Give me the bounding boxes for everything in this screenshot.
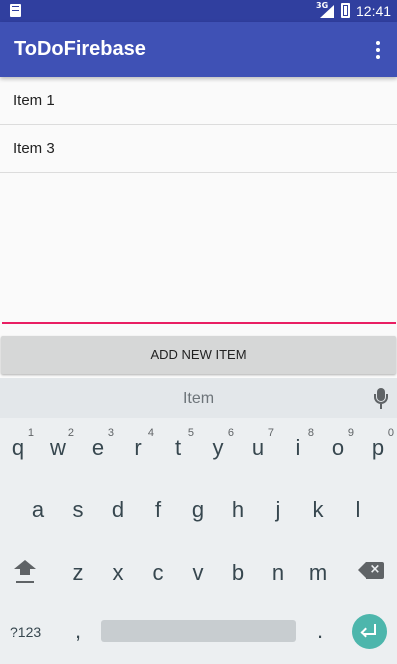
comma-key[interactable]: , bbox=[68, 618, 88, 644]
key[interactable]: f bbox=[138, 485, 178, 535]
more-vert-icon[interactable] bbox=[366, 39, 390, 61]
key[interactable]: b bbox=[218, 548, 258, 598]
status-bar: 3G 12:41 bbox=[0, 0, 397, 22]
shift-icon bbox=[14, 560, 36, 569]
key-label: a bbox=[31, 497, 45, 522]
key-hint: 7 bbox=[267, 427, 274, 439]
key-label: b bbox=[231, 560, 245, 585]
key[interactable]: o9 bbox=[318, 423, 358, 473]
new-item-input[interactable] bbox=[2, 322, 396, 324]
key[interactable]: k bbox=[298, 485, 338, 535]
symbols-key[interactable]: ?123 bbox=[10, 624, 41, 640]
space-key[interactable] bbox=[101, 620, 296, 642]
key-label: l bbox=[355, 497, 361, 522]
key[interactable]: e3 bbox=[78, 423, 118, 473]
add-new-item-button[interactable]: ADD NEW ITEM bbox=[1, 336, 396, 374]
key-hint: 9 bbox=[347, 427, 354, 439]
key[interactable]: u7 bbox=[238, 423, 278, 473]
key-label: x bbox=[112, 560, 124, 585]
key-label: n bbox=[271, 560, 285, 585]
key[interactable]: d bbox=[98, 485, 138, 535]
backspace-icon: × bbox=[369, 562, 381, 577]
key-label: h bbox=[231, 497, 245, 522]
key[interactable]: z bbox=[58, 548, 98, 598]
key[interactable]: m bbox=[298, 548, 338, 598]
app-bar: ToDoFirebase bbox=[0, 22, 397, 77]
notification-icon bbox=[10, 4, 21, 17]
key-label: v bbox=[192, 560, 204, 585]
status-time: 12:41 bbox=[356, 3, 392, 19]
key[interactable]: x bbox=[98, 548, 138, 598]
key-label: j bbox=[275, 497, 281, 522]
key[interactable]: r4 bbox=[118, 423, 158, 473]
key[interactable]: a bbox=[18, 485, 58, 535]
signal-icon bbox=[320, 5, 334, 18]
key[interactable]: v bbox=[178, 548, 218, 598]
key-hint: 8 bbox=[307, 427, 314, 439]
enter-icon bbox=[360, 627, 371, 638]
key-hint: 3 bbox=[107, 427, 114, 439]
key-label: k bbox=[312, 497, 324, 522]
suggestion-strip: Item bbox=[0, 378, 397, 418]
key[interactable]: q1 bbox=[0, 423, 38, 473]
period-key[interactable]: . bbox=[310, 618, 330, 644]
battery-icon bbox=[341, 3, 350, 18]
todo-list: Item 1 Item 3 bbox=[0, 77, 397, 173]
key[interactable]: s bbox=[58, 485, 98, 535]
key[interactable]: n bbox=[258, 548, 298, 598]
enter-key[interactable] bbox=[352, 614, 387, 649]
key[interactable]: j bbox=[258, 485, 298, 535]
key[interactable]: l bbox=[338, 485, 378, 535]
key-hint: 2 bbox=[67, 427, 74, 439]
shift-key[interactable] bbox=[10, 556, 40, 596]
key[interactable]: w2 bbox=[38, 423, 78, 473]
key[interactable]: c bbox=[138, 548, 178, 598]
key-hint: 4 bbox=[147, 427, 154, 439]
list-item[interactable]: Item 1 bbox=[0, 77, 397, 125]
key-hint: 0 bbox=[387, 427, 394, 439]
key-hint: 5 bbox=[187, 427, 194, 439]
key-hint: 1 bbox=[27, 427, 34, 439]
suggestion-word[interactable]: Item bbox=[0, 390, 397, 408]
backspace-key[interactable]: × bbox=[358, 562, 384, 579]
soft-keyboard: Item q1w2e3r4t5y6u7i8o9p0 a s d f g h j k l z x c v… bbox=[0, 378, 397, 664]
key-label: c bbox=[152, 560, 164, 585]
key-label: m bbox=[308, 560, 328, 585]
key-label: g bbox=[191, 497, 205, 522]
key-hint: 6 bbox=[227, 427, 234, 439]
key-label: f bbox=[154, 497, 162, 522]
microphone-icon[interactable] bbox=[373, 388, 389, 410]
key[interactable]: g bbox=[178, 485, 218, 535]
key[interactable]: y6 bbox=[198, 423, 238, 473]
app-title: ToDoFirebase bbox=[14, 38, 146, 60]
key[interactable]: t5 bbox=[158, 423, 198, 473]
key[interactable]: h bbox=[218, 485, 258, 535]
key-label: z bbox=[72, 560, 84, 585]
key[interactable]: i8 bbox=[278, 423, 318, 473]
list-item[interactable]: Item 3 bbox=[0, 125, 397, 173]
key-label: s bbox=[72, 497, 84, 522]
key-label: d bbox=[111, 497, 125, 522]
key[interactable]: p0 bbox=[358, 423, 397, 473]
